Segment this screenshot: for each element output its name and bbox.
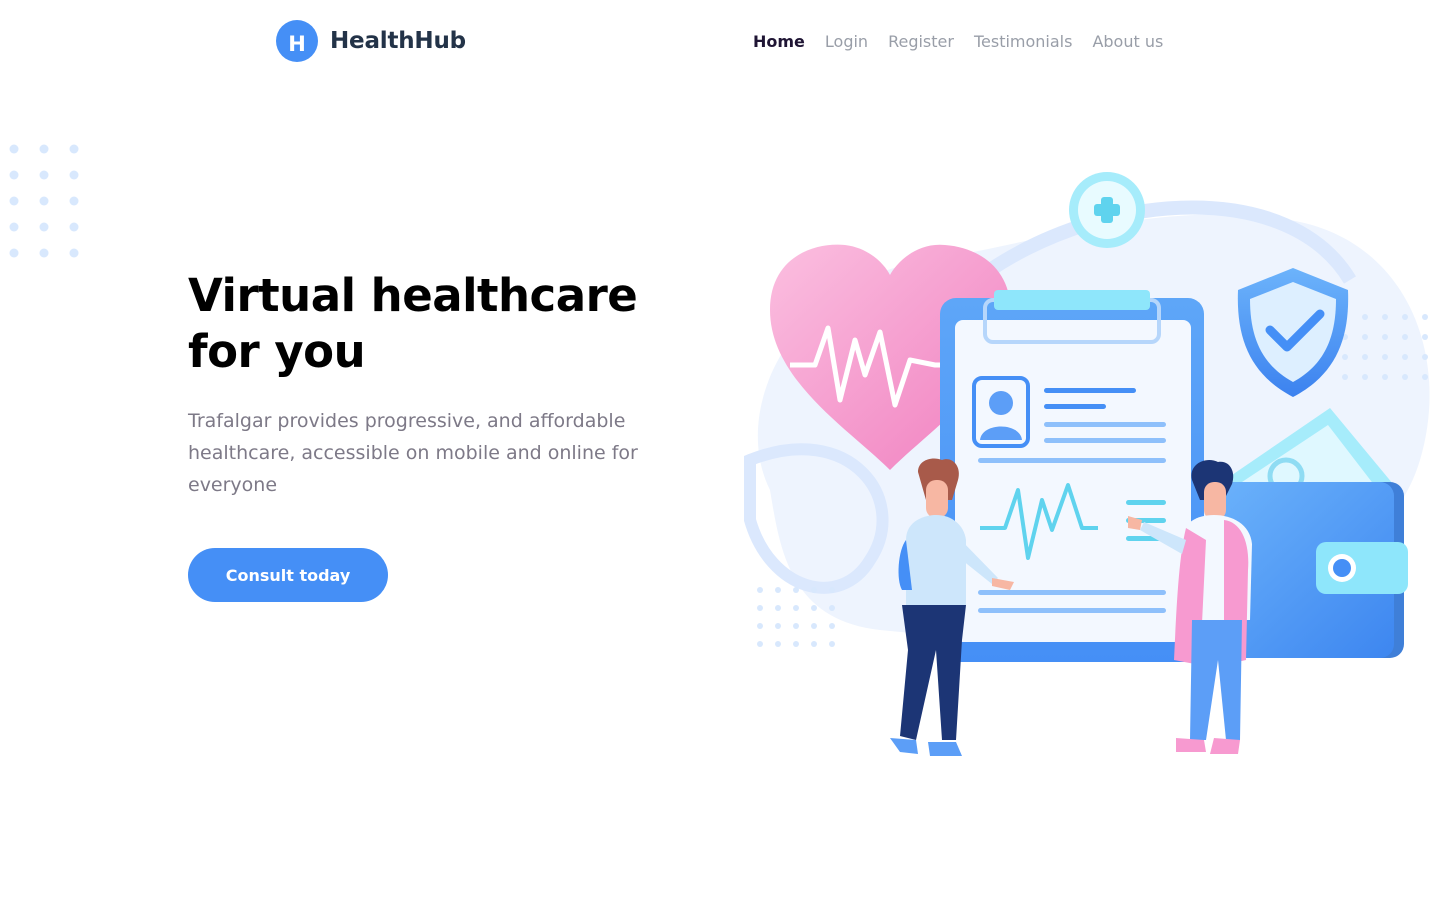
clipboard-icon: [940, 290, 1204, 662]
brand-name: HealthHub: [330, 28, 466, 54]
nav-testimonials[interactable]: Testimonials: [974, 32, 1073, 51]
logo[interactable]: H HealthHub: [276, 20, 466, 62]
plus-icon: [1069, 172, 1145, 248]
nav-home[interactable]: Home: [753, 32, 805, 51]
hero-title-line-2: for you: [188, 325, 366, 378]
hero-title: Virtual healthcare for you: [188, 268, 668, 380]
hero-illustration: [730, 160, 1430, 770]
main-nav: Home Login Register Testimonials About u…: [753, 28, 1163, 54]
nav-register[interactable]: Register: [888, 32, 954, 51]
dot-pattern-decoration: [8, 142, 84, 262]
nav-about-us[interactable]: About us: [1092, 32, 1163, 51]
hero-title-line-1: Virtual healthcare: [188, 269, 638, 322]
logo-mark-icon: H: [276, 20, 318, 62]
landing-page: H HealthHub Home Login Register Testimon…: [0, 0, 1438, 922]
nav-login[interactable]: Login: [825, 32, 868, 51]
hero-subtitle: Trafalgar provides progressive, and affo…: [188, 410, 638, 496]
consult-today-button[interactable]: Consult today: [188, 548, 388, 602]
